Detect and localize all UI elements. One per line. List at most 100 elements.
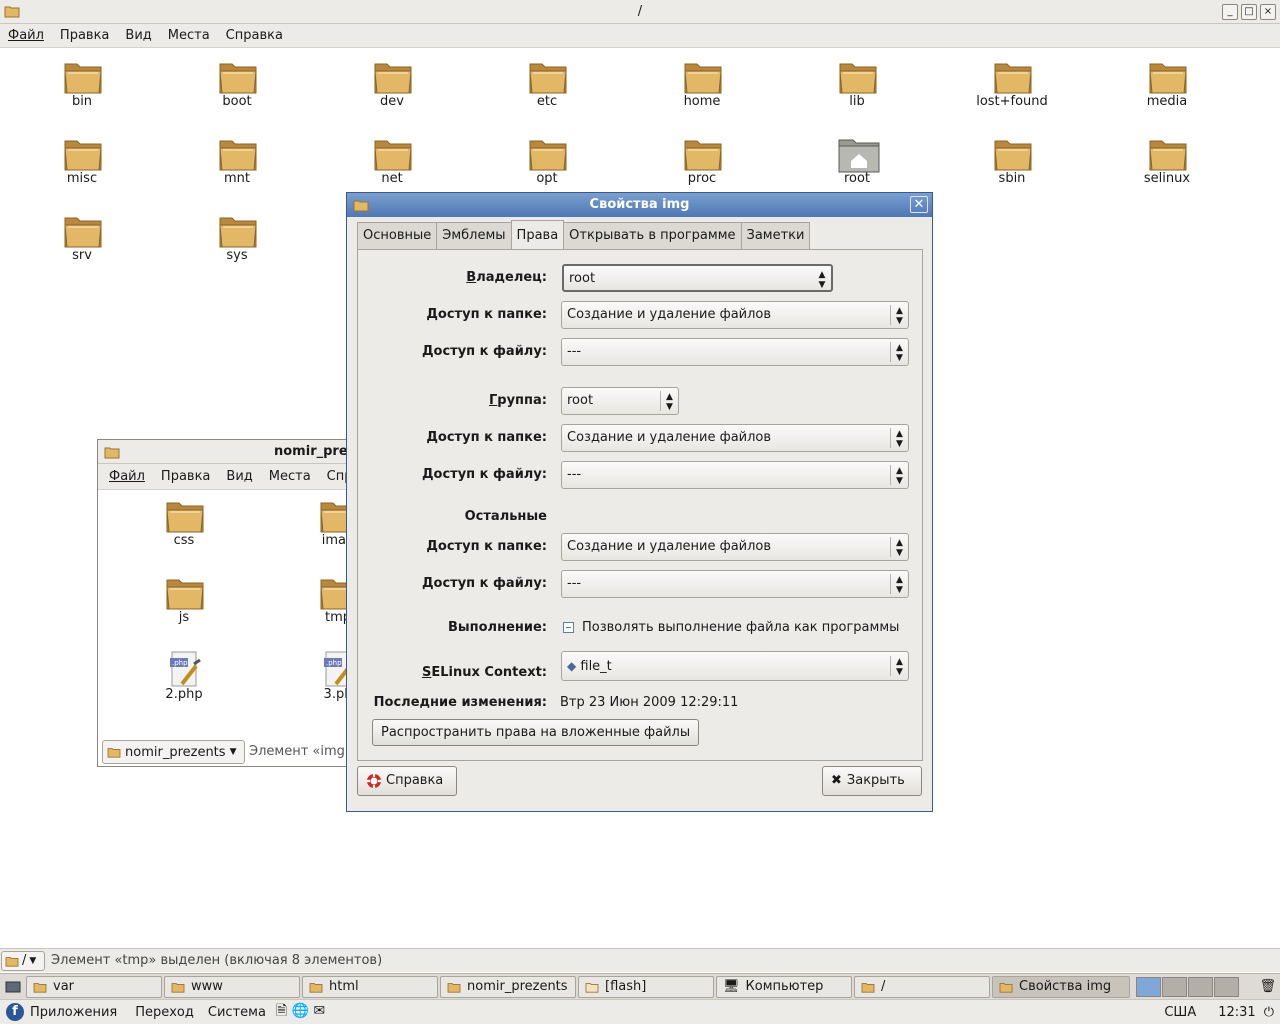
menu-view[interactable]: Вид [226,469,252,484]
menu-edit[interactable]: Правка [60,28,109,43]
file-icon-item[interactable]: opt [492,134,602,186]
owner-file-label: Доступ к файлу: [421,344,547,359]
workspace-cell[interactable] [1214,976,1239,997]
group-file-value: --- [567,467,582,482]
svg-text:.php: .php [326,659,342,667]
owner-folder-select[interactable]: Создание и удаление файлов ▲ ▼ [561,301,909,329]
selinux-label: SELinux Context: [422,665,547,680]
group-file-select[interactable]: --- ▲ ▼ [561,461,909,489]
task-button[interactable]: 🖥 Компьютер [716,975,852,998]
file-icon-item[interactable]: mnt [182,134,292,186]
folder-icon [1147,134,1187,171]
close-dialog-button[interactable]: ✖ Закрыть [822,766,922,796]
menu-file[interactable]: Файл [8,28,44,43]
apply-recursive-button[interactable]: Распространить права на вложенные файлы [372,719,700,746]
close-button[interactable]: × [1260,4,1276,20]
file-icon-item[interactable]: proc [647,134,757,186]
folder-icon [992,134,1032,171]
power-icon[interactable]: ⏻ [1264,1005,1274,1020]
file-icon-item[interactable]: misc [27,134,137,186]
owner-file-select[interactable]: --- ▲ ▼ [561,338,909,366]
fedora-icon: f [6,1003,24,1021]
exec-checkbox[interactable] [563,622,574,633]
tab-emblems[interactable]: Эмблемы [436,222,512,249]
menu-places[interactable]: Места [269,469,311,484]
menu-view[interactable]: Вид [125,28,151,43]
owner-select[interactable]: root ▲ ▼ [562,264,833,292]
group-select[interactable]: root ▲ ▼ [561,387,679,415]
menu-go[interactable]: Переход [135,1005,194,1020]
nomir-window: nomir_pre Файл Правка Вид Места Спр css i… [97,439,353,767]
workspace-switcher[interactable] [1136,976,1239,997]
modified-label: Последние изменения: [373,695,547,710]
file-icon-item[interactable]: root [802,134,912,186]
main-menubar: Файл Правка Вид Места Справка [0,24,1280,48]
launcher-icons[interactable]: 🗎 🌐 ✉ [276,1000,325,1024]
tab-open-with[interactable]: Открывать в программе [563,222,742,249]
others-file-select[interactable]: --- ▲ ▼ [561,570,909,598]
close-icon[interactable]: ✕ [910,196,928,213]
task-label: var [53,979,75,994]
workspace-cell[interactable] [1188,976,1213,997]
group-folder-select[interactable]: Создание и удаление файлов ▲ ▼ [561,424,909,452]
location-dropdown[interactable]: nomir_prezents ▼ [102,740,245,764]
updown-icon: ▲ ▼ [890,465,908,486]
minimize-button[interactable]: _ [1222,4,1238,20]
task-button[interactable]: Свойства img [992,975,1130,998]
file-icon-item[interactable]: dev [337,57,447,109]
folder-icon [527,57,567,94]
file-icon-item[interactable]: lost+found [957,57,1067,109]
file-icon-item[interactable]: .php 2.php [129,650,239,702]
show-desktop-icon[interactable] [2,977,24,997]
menu-edit[interactable]: Правка [161,469,210,484]
workspace-cell[interactable] [1162,976,1187,997]
task-button[interactable]: nomir_prezents [440,975,576,998]
folder-icon [585,982,599,993]
task-button[interactable]: www [164,975,300,998]
tab-basic[interactable]: Основные [357,222,438,249]
maximize-button[interactable]: □ [1241,4,1257,20]
file-icon-item[interactable]: .php3.ph [283,650,346,702]
location-label: / [22,953,27,968]
menu-places[interactable]: Места [168,28,210,43]
file-icon-item[interactable]: lib [802,57,912,109]
selinux-select[interactable]: ◆ file_t ▲ ▼ [561,651,909,681]
lifebuoy-icon [367,774,381,788]
help-button[interactable]: Справка [357,766,457,796]
trash-icon[interactable]: 🗑 [1259,979,1276,994]
workspace-cell[interactable] [1136,976,1161,997]
file-icon-item[interactable]: boot [182,57,292,109]
file-icon-item[interactable]: js [129,573,239,625]
menu-file[interactable]: Файл [109,469,145,484]
exec-checkbox-label[interactable]: Позволять выполнение файла как программы [582,620,899,635]
file-icon-item[interactable]: selinux [1112,134,1222,186]
file-icon-item[interactable]: net [337,134,447,186]
file-icon-item[interactable]: bin [27,57,137,109]
menu-help[interactable]: Справка [226,28,283,43]
file-icon-item[interactable]: sbin [957,134,1067,186]
task-button[interactable]: / [854,975,990,998]
tab-permissions[interactable]: Права [510,220,565,249]
nomir-menubar: Файл Правка Вид Места Спр [98,464,353,490]
file-icon-item[interactable]: etc [492,57,602,109]
file-icon-item[interactable]: tmp [283,573,346,625]
file-icon-item[interactable]: srv [27,211,137,263]
file-icon-item[interactable]: media [1112,57,1222,109]
others-folder-select[interactable]: Создание и удаление файлов ▲ ▼ [561,533,909,561]
file-icon-item[interactable]: sys [182,211,292,263]
menu-applications[interactable]: Приложения [30,1005,117,1020]
menu-system[interactable]: Система [208,1005,266,1020]
keyboard-layout[interactable]: США [1164,1005,1196,1020]
location-dropdown[interactable]: / ▼ [1,950,45,971]
bottom-panel: f Приложения Переход Система 🗎 🌐 ✉ США 1… [0,999,1280,1024]
folder-icon [164,573,204,610]
task-button[interactable]: [flash] [578,975,714,998]
file-icon-item[interactable]: imag [283,496,346,548]
folder-icon [318,573,346,610]
task-button[interactable]: html [302,975,438,998]
file-icon-item[interactable]: css [129,496,239,548]
task-button[interactable]: var [26,975,162,998]
file-icon-item[interactable]: home [647,57,757,109]
tab-notes[interactable]: Заметки [740,222,811,249]
clock[interactable]: 12:31 [1218,1005,1255,1020]
